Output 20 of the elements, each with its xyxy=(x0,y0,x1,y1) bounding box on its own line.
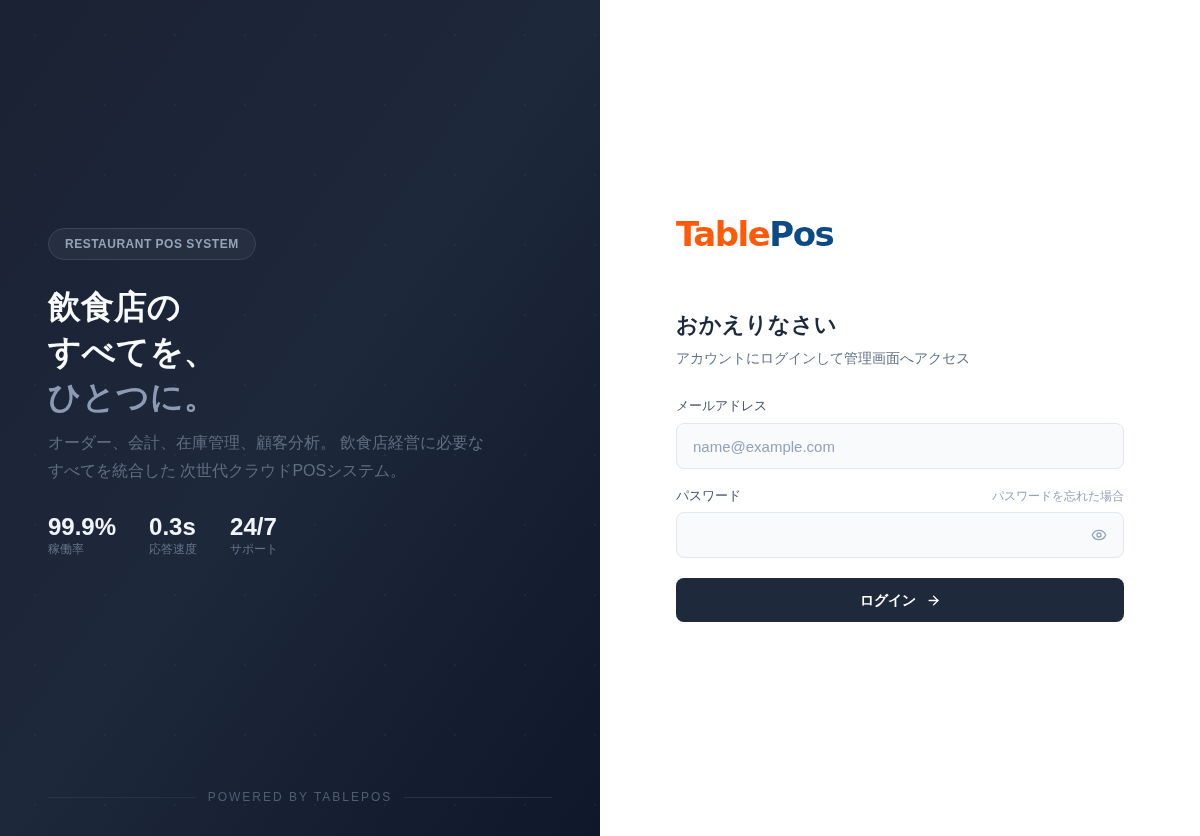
stat-label: 応答速度 xyxy=(149,540,198,557)
password-field[interactable] xyxy=(676,512,1124,558)
stat-label: サポート xyxy=(230,540,279,557)
powered-by-footer: POWERED BY TABLEPOS xyxy=(207,788,393,806)
welcome-title: おかえりなさい xyxy=(676,311,838,339)
stat-value: 0.3s xyxy=(149,512,197,541)
hero-heading: 飲食店の すべてを、 ひとつに。 xyxy=(48,286,218,417)
login-button[interactable]: ログイン xyxy=(676,578,1124,622)
show-password-icon[interactable] xyxy=(1091,527,1107,543)
logo-wordmark: TablePos xyxy=(676,214,834,254)
stat-value: 99.9% xyxy=(48,512,117,541)
welcome-subtitle: アカウントにログインして管理画面へアクセス xyxy=(676,349,971,368)
password-label: パスワード xyxy=(676,487,741,505)
category-badge: RESTAURANT POS SYSTEM xyxy=(48,227,256,260)
arrow-right-icon xyxy=(925,592,941,608)
email-label: メールアドレス xyxy=(676,397,768,415)
stat-value: 24/7 xyxy=(230,512,278,541)
email-field[interactable]: name@example.com xyxy=(676,423,1124,469)
hero-description: オーダー、会計、在庫管理、顧客分析。 飲食店経営に必要なすべてを統合した 次世代クラウドPOSシステム。 xyxy=(48,432,486,481)
stat-label: 稼働率 xyxy=(48,540,85,557)
